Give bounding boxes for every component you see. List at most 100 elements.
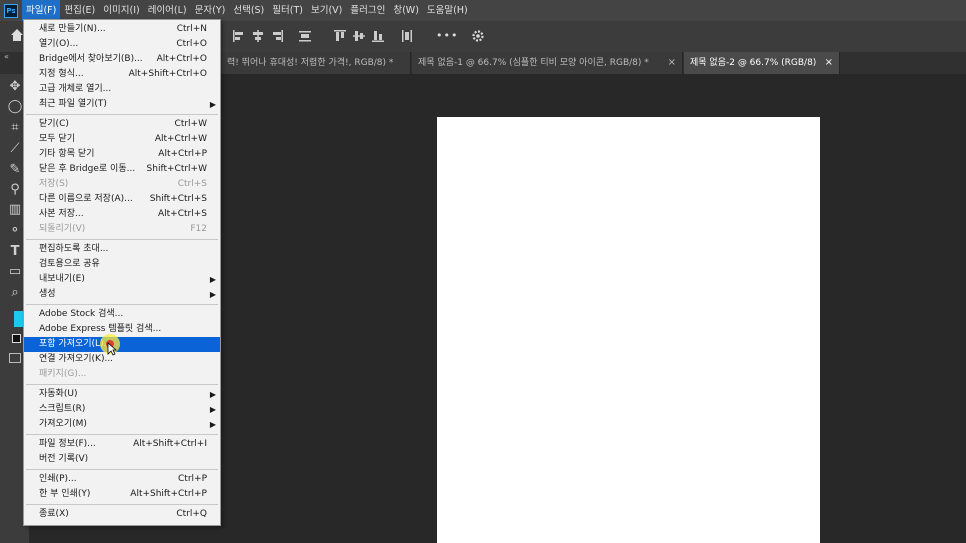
menu-item-shortcut: Shift+Ctrl+S [149,194,207,204]
gear-icon[interactable] [471,29,485,43]
brush-tool-icon[interactable]: ✎ [7,162,23,178]
eyedropper-tool-icon[interactable]: ⟋ [7,141,23,157]
mouse-pointer-icon [107,342,118,359]
menu-item-label: 버전 기록(V) [39,454,89,464]
menu-item-shortcut: Alt+Ctrl+P [158,149,207,159]
distribute-icon[interactable] [298,29,312,43]
file-menu-item[interactable]: 내보내기(E) ▶ [24,272,220,287]
menu-7[interactable]: 보기(V) [307,0,346,21]
menu-item-shortcut: Ctrl+Q [176,509,207,519]
tab-document-2[interactable]: 제목 없음-2 @ 66.7% (RGB/8) × [684,52,840,74]
file-menu-item[interactable]: 파일 정보(F)... Alt+Shift+Ctrl+I [24,437,220,452]
menu-item-label: 사본 저장... [39,209,84,219]
menu-item-label: 파일 정보(F)... [39,439,96,449]
menu-item-shortcut: Alt+Ctrl+W [154,134,207,144]
file-menu-item[interactable]: 다른 이름으로 저장(A)... Shift+Ctrl+S [24,192,220,207]
file-menu-item[interactable]: 기타 항목 닫기 Alt+Ctrl+P [24,147,220,162]
gradient-tool-icon[interactable]: ▥ [7,202,23,218]
file-menu-item[interactable]: 편집하도록 초대... [24,242,220,257]
menu-9[interactable]: 창(W) [389,0,423,21]
file-menu-item[interactable]: 버전 기록(V) [24,452,220,467]
menu-item-label: 닫은 후 Bridge로 이동... [39,164,136,174]
align-center-h-icon[interactable] [251,29,265,43]
menu-item-shortcut: Alt+Shift+Ctrl+I [133,439,207,449]
menu-item-shortcut: Alt+Shift+Ctrl+P [130,489,207,499]
type-tool-icon[interactable]: T [7,244,23,260]
file-menu-item[interactable]: 인쇄(P)... Ctrl+P [24,472,220,487]
rectangle-tool-icon[interactable]: ▭ [7,264,23,280]
distribute-vertical-icon[interactable] [400,29,414,43]
file-menu-item[interactable]: 연결 가져오기(K)... [24,352,220,367]
file-menu-item[interactable]: 스크립트(R) ▶ [24,402,220,417]
file-menu-item[interactable]: 최근 파일 열기(T) ▶ [24,97,220,112]
menu-1[interactable]: 편집(E) [60,0,99,21]
tab-label: 제목 없음-2 @ 66.7% (RGB/8) [690,58,817,68]
file-menu-item[interactable]: 고급 개체로 열기... [24,82,220,97]
menu-8[interactable]: 플러그인 [346,0,389,21]
submenu-arrow-icon: ▶ [209,275,216,284]
menu-item-label: 검토용으로 공유 [39,259,100,269]
default-colors-icon[interactable] [12,334,21,343]
menu-0[interactable]: 파일(F) [22,0,61,21]
menu-item-label: Adobe Express 템플릿 검색... [39,324,162,334]
lasso-tool-icon[interactable]: ◯ [7,99,23,115]
file-menu-item[interactable]: 생성 ▶ [24,287,220,302]
menu-4[interactable]: 문자(Y) [191,0,230,21]
zoom-tool-icon[interactable]: ⌕ [7,285,23,301]
more-options-icon[interactable]: ••• [436,29,458,42]
menu-3[interactable]: 레이어(L) [144,0,191,21]
align-middle-icon[interactable] [352,29,366,43]
file-menu-item[interactable]: 새로 만들기(N)... Ctrl+N [24,22,220,37]
menu-item-label: 닫기(C) [39,119,69,129]
file-menu-item[interactable]: 지정 형식... Alt+Shift+Ctrl+O [24,67,220,82]
menu-item-shortcut: Alt+Shift+Ctrl+O [128,69,207,79]
menu-item-label: 다른 이름으로 저장(A)... [39,194,133,204]
menu-separator [26,239,218,240]
menu-item-label: Bridge에서 찾아보기(B)... [39,54,143,64]
file-menu-item[interactable]: 자동화(U) ▶ [24,387,220,402]
file-menu-item[interactable]: Adobe Stock 검색... [24,307,220,322]
file-menu-item: 되돌리기(V) F12 [24,222,220,237]
menu-item-label: 고급 개체로 열기... [39,84,112,94]
file-menu-item[interactable]: Adobe Express 템플릿 검색... [24,322,220,337]
panel-collapse-icon[interactable]: « [4,52,9,62]
menu-10[interactable]: 도움말(H) [423,0,472,21]
menu-2[interactable]: 이미지(I) [99,0,143,21]
clone-stamp-tool-icon[interactable]: ⚲ [7,182,23,198]
file-menu-item: 패키지(G)... [24,367,220,382]
align-left-icon[interactable] [232,29,246,43]
document-canvas[interactable] [437,117,820,543]
tab-label: 력! 뛰어나 휴대성! 저렴한 가격!, RGB/8) * [227,58,394,68]
menu-separator [26,114,218,115]
quick-mask-icon[interactable] [9,353,21,363]
menu-item-shortcut: Ctrl+W [174,119,207,129]
tab-label: 제목 없음-1 @ 66.7% (심플한 티비 모양 아이콘, RGB/8) * [418,58,649,68]
file-menu-dropdown: 새로 만들기(N)... Ctrl+N 열기(O)... Ctrl+O Bridge에서… [23,19,221,526]
menu-item-label: 인쇄(P)... [39,474,77,484]
file-menu-item[interactable]: 한 부 인쇄(Y) Alt+Shift+Ctrl+P [24,487,220,502]
align-right-icon[interactable] [270,29,284,43]
tab-document-1[interactable]: 제목 없음-1 @ 66.7% (심플한 티비 모양 아이콘, RGB/8) *… [412,52,683,74]
file-menu-item[interactable]: 종료(X) Ctrl+Q [24,507,220,522]
tab-document-0[interactable]: 력! 뛰어나 휴대성! 저렴한 가격!, RGB/8) * [221,52,411,74]
submenu-arrow-icon: ▶ [209,290,216,299]
dodge-tool-icon[interactable]: ⚬ [7,223,23,239]
file-menu-item[interactable]: Bridge에서 찾아보기(B)... Alt+Ctrl+O [24,52,220,67]
menu-item-label: Adobe Stock 검색... [39,309,124,319]
file-menu-item[interactable]: 닫기(C) Ctrl+W [24,117,220,132]
file-menu-item[interactable]: 가져오기(M) ▶ [24,417,220,432]
file-menu-item[interactable]: 검토용으로 공유 [24,257,220,272]
file-menu-item[interactable]: 포함 가져오기(L)... [24,337,220,352]
crop-tool-icon[interactable]: ⌗ [7,120,23,136]
move-tool-icon[interactable]: ✥ [7,79,23,95]
menu-6[interactable]: 필터(T) [268,0,307,21]
tab-close-icon[interactable]: × [825,52,833,74]
tab-close-icon[interactable]: × [668,52,676,74]
file-menu-item[interactable]: 사본 저장... Alt+Ctrl+S [24,207,220,222]
menu-5[interactable]: 선택(S) [229,0,268,21]
file-menu-item[interactable]: 열기(O)... Ctrl+O [24,37,220,52]
file-menu-item[interactable]: 닫은 후 Bridge로 이동... Shift+Ctrl+W [24,162,220,177]
align-bottom-icon[interactable] [371,29,385,43]
file-menu-item[interactable]: 모두 닫기 Alt+Ctrl+W [24,132,220,147]
align-top-icon[interactable] [333,29,347,43]
